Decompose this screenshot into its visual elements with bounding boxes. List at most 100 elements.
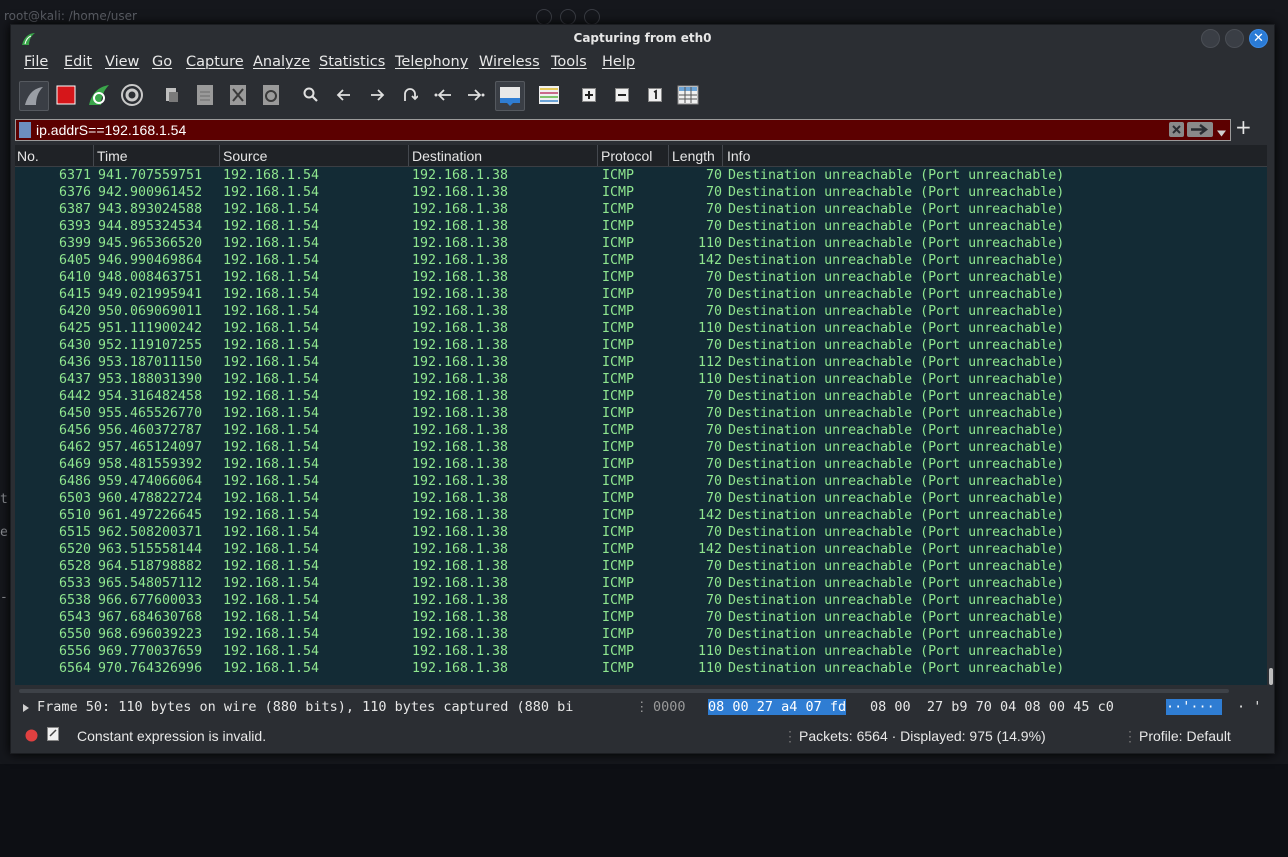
close-file-button[interactable] [224, 81, 252, 109]
go-back-button[interactable] [330, 81, 358, 109]
maximize-button[interactable] [1225, 29, 1244, 48]
open-file-button[interactable] [158, 81, 186, 109]
packet-list-vertical-scrollbar[interactable] [1267, 145, 1273, 685]
restart-capture-button[interactable] [85, 81, 113, 109]
profile-label[interactable]: Profile: Default [1139, 728, 1231, 744]
table-row[interactable]: 6503960.478822724192.168.1.54192.168.1.3… [15, 490, 1267, 507]
start-capture-button[interactable] [19, 81, 49, 111]
menu-edit[interactable]: Edit [64, 54, 92, 70]
table-row[interactable]: 6538966.677600033192.168.1.54192.168.1.3… [15, 592, 1267, 609]
column-separator[interactable] [93, 145, 94, 166]
column-header-time[interactable]: Time [97, 148, 128, 164]
filter-bookmark-icon[interactable] [19, 122, 31, 138]
first-packet-button[interactable] [429, 81, 457, 109]
packet-length: 70 [675, 184, 722, 201]
table-row[interactable]: 6399945.965366520192.168.1.54192.168.1.3… [15, 235, 1267, 252]
forward-arrow-icon [369, 87, 385, 103]
expand-arrow-icon[interactable] [23, 704, 29, 712]
menu-go[interactable]: Go [152, 54, 172, 70]
find-packet-button[interactable] [297, 81, 325, 109]
table-row[interactable]: 6528964.518798882192.168.1.54192.168.1.3… [15, 558, 1267, 575]
minimize-button[interactable] [1201, 29, 1220, 48]
table-row[interactable]: 6420950.069069011192.168.1.54192.168.1.3… [15, 303, 1267, 320]
menu-wireless[interactable]: Wireless [479, 54, 540, 70]
column-separator[interactable] [408, 145, 409, 166]
table-row[interactable]: 6436953.187011150192.168.1.54192.168.1.3… [15, 354, 1267, 371]
menu-help[interactable]: Help [602, 54, 635, 70]
table-row[interactable]: 6410948.008463751192.168.1.54192.168.1.3… [15, 269, 1267, 286]
table-row[interactable]: 6430952.119107255192.168.1.54192.168.1.3… [15, 337, 1267, 354]
table-row[interactable]: 6543967.684630768192.168.1.54192.168.1.3… [15, 609, 1267, 626]
normal-size-button[interactable] [641, 81, 669, 109]
hex-bytes[interactable]: 08 00 27 b9 70 04 08 00 45 c0 [870, 699, 1114, 715]
table-row[interactable]: 6486959.474066064192.168.1.54192.168.1.3… [15, 473, 1267, 490]
table-row[interactable]: 6425951.111900242192.168.1.54192.168.1.3… [15, 320, 1267, 337]
menu-tools[interactable]: Tools [551, 54, 587, 70]
display-filter-input[interactable] [36, 120, 1166, 140]
column-separator[interactable] [597, 145, 598, 166]
menu-telephony[interactable]: Telephony [395, 54, 468, 70]
column-header-protocol[interactable]: Protocol [601, 148, 652, 164]
titlebar[interactable]: Capturing from eth0 ✕ [11, 25, 1274, 51]
table-row[interactable]: 6469958.481559392192.168.1.54192.168.1.3… [15, 456, 1267, 473]
menu-analyze[interactable]: Analyze [253, 54, 310, 70]
zoom-in-button[interactable] [575, 81, 603, 109]
table-row[interactable]: 6550968.696039223192.168.1.54192.168.1.3… [15, 626, 1267, 643]
column-header-length[interactable]: Length [672, 148, 715, 164]
column-header-info[interactable]: Info [727, 148, 750, 164]
ascii-selected[interactable]: ··'··· [1166, 699, 1222, 715]
close-button[interactable]: ✕ [1249, 29, 1268, 48]
menu-statistics[interactable]: Statistics [319, 54, 385, 70]
column-header-source[interactable]: Source [223, 148, 267, 164]
menu-capture[interactable]: Capture [186, 54, 244, 70]
colorize-toggle[interactable] [535, 81, 563, 109]
packet-list-horizontal-scrollbar[interactable] [19, 689, 1229, 693]
add-filter-button-icon[interactable]: + [1235, 115, 1252, 139]
go-forward-button[interactable] [363, 81, 391, 109]
table-row[interactable]: 6520963.515558144192.168.1.54192.168.1.3… [15, 541, 1267, 558]
capture-options-button[interactable] [118, 81, 146, 109]
ascii-bytes[interactable]: · ' [1237, 699, 1261, 715]
autoscroll-toggle[interactable] [495, 81, 525, 111]
column-header-destination[interactable]: Destination [412, 148, 482, 164]
column-separator[interactable] [722, 145, 723, 166]
column-separator[interactable] [219, 145, 220, 166]
table-row[interactable]: 6456956.460372787192.168.1.54192.168.1.3… [15, 422, 1267, 439]
apply-filter-icon[interactable] [1187, 122, 1213, 137]
table-row[interactable]: 6415949.021995941192.168.1.54192.168.1.3… [15, 286, 1267, 303]
table-row[interactable]: 6442954.316482458192.168.1.54192.168.1.3… [15, 388, 1267, 405]
table-row[interactable]: 6462957.465124097192.168.1.54192.168.1.3… [15, 439, 1267, 456]
table-row[interactable]: 6376942.900961452192.168.1.54192.168.1.3… [15, 184, 1267, 201]
vertical-scrollbar-thumb[interactable] [1269, 668, 1273, 685]
table-row[interactable]: 6405946.990469864192.168.1.54192.168.1.3… [15, 252, 1267, 269]
go-to-packet-button[interactable] [396, 81, 424, 109]
filter-dropdown-icon[interactable] [1217, 126, 1226, 141]
table-row[interactable]: 6510961.497226645192.168.1.54192.168.1.3… [15, 507, 1267, 524]
table-row[interactable]: 6564970.764326996192.168.1.54192.168.1.3… [15, 660, 1267, 677]
hex-selected-bytes[interactable]: 08 00 27 a4 07 fd [708, 699, 846, 715]
zoom-out-button[interactable] [608, 81, 636, 109]
resize-columns-button[interactable] [674, 81, 702, 109]
menu-view[interactable]: View [105, 54, 139, 70]
column-separator[interactable] [668, 145, 669, 166]
capture-comment-icon[interactable] [47, 727, 60, 742]
clear-filter-icon[interactable] [1169, 122, 1184, 137]
frame-detail-text[interactable]: Frame 50: 110 bytes on wire (880 bits), … [37, 699, 647, 715]
packet-list[interactable]: No. Time Source Destination Protocol Len… [15, 145, 1267, 685]
last-packet-button[interactable] [462, 81, 490, 109]
table-row[interactable]: 6556969.770037659192.168.1.54192.168.1.3… [15, 643, 1267, 660]
expert-info-error-icon[interactable] [25, 729, 38, 742]
table-row[interactable]: 6387943.893024588192.168.1.54192.168.1.3… [15, 201, 1267, 218]
save-file-button[interactable] [191, 81, 219, 109]
table-row[interactable]: 6371941.707559751192.168.1.54192.168.1.3… [15, 167, 1267, 184]
column-header-no[interactable]: No. [17, 148, 39, 164]
table-row[interactable]: 6533965.548057112192.168.1.54192.168.1.3… [15, 575, 1267, 592]
table-row[interactable]: 6437953.188031390192.168.1.54192.168.1.3… [15, 371, 1267, 388]
pane-splitter-icon[interactable]: ⋮ [635, 699, 645, 717]
table-row[interactable]: 6393944.895324534192.168.1.54192.168.1.3… [15, 218, 1267, 235]
table-row[interactable]: 6450955.465526770192.168.1.54192.168.1.3… [15, 405, 1267, 422]
table-row[interactable]: 6515962.508200371192.168.1.54192.168.1.3… [15, 524, 1267, 541]
reload-file-button[interactable] [257, 81, 285, 109]
stop-capture-button[interactable] [52, 81, 80, 109]
menu-file[interactable]: File [24, 54, 48, 70]
